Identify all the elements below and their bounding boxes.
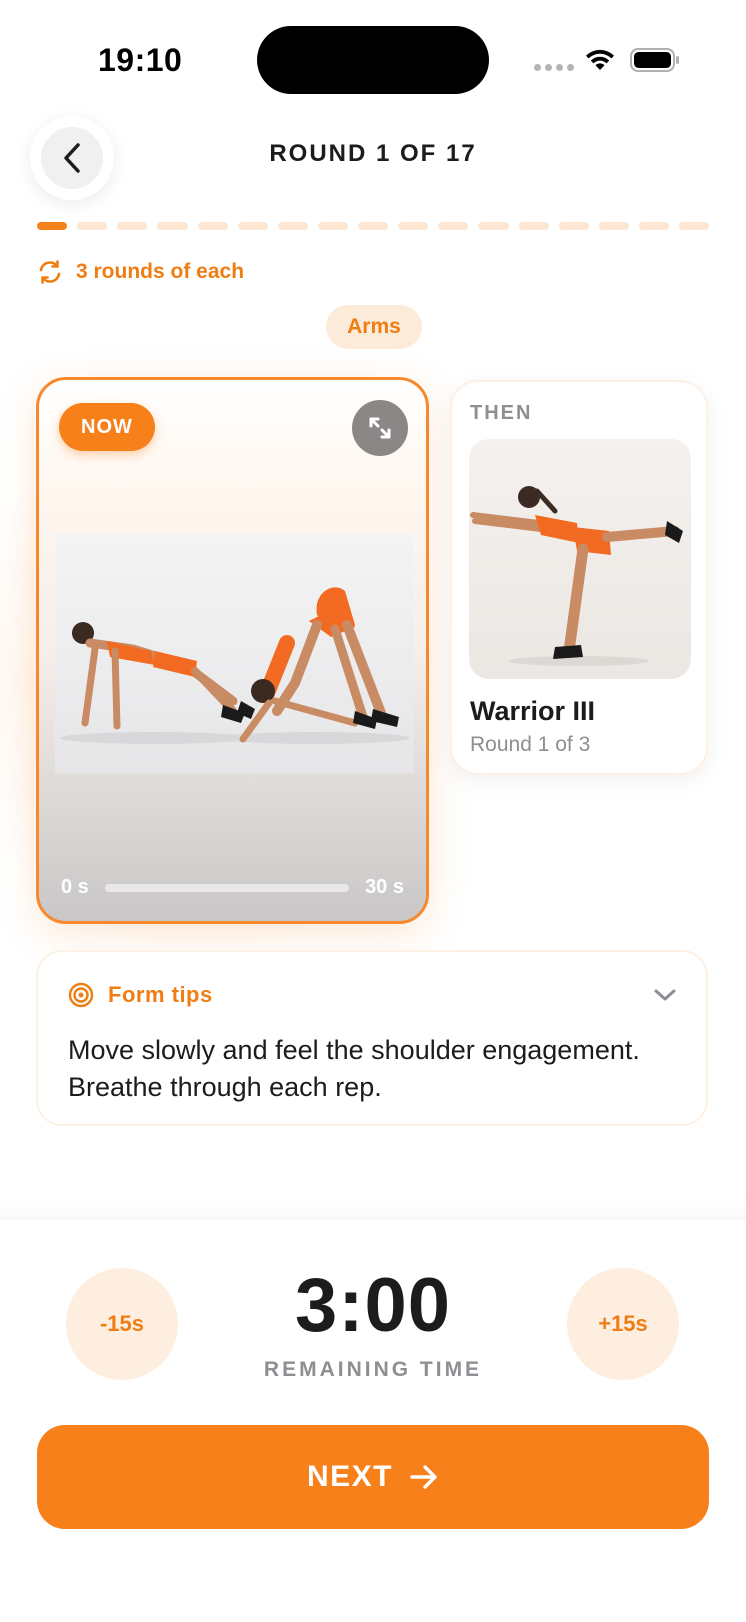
progress-segment — [598, 222, 629, 230]
rounds-note-text: 3 rounds of each — [76, 260, 245, 283]
now-badge: NOW — [59, 403, 155, 451]
wifi-icon — [586, 49, 614, 70]
battery-icon — [630, 48, 679, 72]
form-tips-title: Form tips — [108, 982, 213, 1007]
expand-button[interactable] — [352, 400, 408, 456]
progress-segment — [77, 222, 108, 230]
progress-segment — [358, 222, 389, 230]
form-tips-header: Form tips — [68, 982, 213, 1008]
progress-segment — [518, 222, 549, 230]
next-exercise-card[interactable]: THEN Warrior III Round 1 of 3 — [450, 380, 708, 775]
progress-segment — [277, 222, 308, 230]
progress-segment — [37, 222, 68, 230]
chevron-down-icon[interactable] — [652, 986, 678, 1004]
expand-icon — [369, 417, 391, 439]
progress-segment — [638, 222, 669, 230]
progress-segment — [157, 222, 188, 230]
cellular-signal-icon — [534, 64, 574, 71]
target-icon — [68, 982, 94, 1008]
progress-segment — [117, 222, 148, 230]
progress-segment — [317, 222, 348, 230]
category-chip: Arms — [326, 305, 422, 349]
next-button[interactable]: NEXT — [37, 1425, 709, 1529]
progress-segment — [478, 222, 509, 230]
repeat-icon — [39, 260, 61, 284]
arrow-right-icon — [410, 1465, 437, 1489]
page-title: ROUND 1 OF 17 — [269, 140, 477, 167]
next-exercise-photo — [469, 439, 691, 679]
exercise-timeline: 0 s 30 s — [61, 876, 404, 899]
progress-segment — [398, 222, 429, 230]
timeline-start-label: 0 s — [61, 876, 89, 898]
progress-segment — [679, 222, 710, 230]
status-time: 19:10 — [98, 42, 183, 78]
exercise-photo — [55, 533, 414, 773]
progress-segment — [438, 222, 469, 230]
next-exercise-subtitle: Round 1 of 3 — [470, 733, 591, 756]
rounds-note: 3 rounds of each — [36, 258, 244, 286]
dynamic-island — [257, 26, 489, 94]
form-tips-card[interactable]: Form tips Move slowly and feel the shoul… — [36, 950, 708, 1126]
progress-segment — [558, 222, 589, 230]
status-bar: 19:10 — [0, 0, 746, 110]
progress-segment — [197, 222, 228, 230]
section-divider — [0, 1196, 746, 1220]
then-label: THEN — [470, 402, 533, 424]
round-progress-bar — [37, 222, 710, 230]
plus-15s-button[interactable]: +15s — [567, 1268, 679, 1380]
current-exercise-card[interactable]: NOW 0 s 30 s — [36, 377, 429, 924]
next-button-label: NEXT — [306, 1460, 393, 1493]
timeline-end-label: 30 s — [365, 876, 404, 898]
next-exercise-title: Warrior III — [470, 696, 596, 726]
timeline-track[interactable] — [104, 883, 350, 892]
form-tips-body: Move slowly and feel the shoulder engage… — [68, 1035, 640, 1102]
progress-segment — [237, 222, 268, 230]
